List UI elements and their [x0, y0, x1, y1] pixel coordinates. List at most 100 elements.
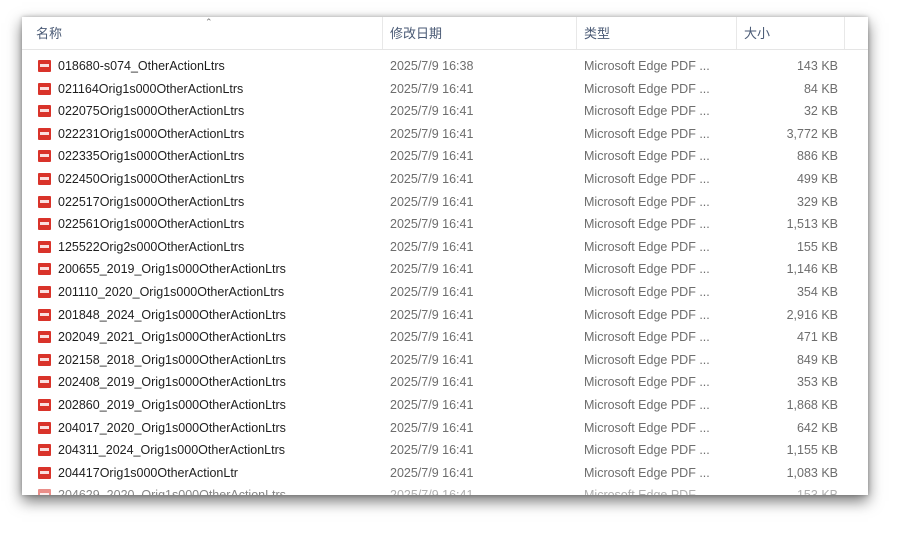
column-header-name[interactable]: 名称	[30, 17, 382, 49]
file-name: 021164Orig1s000OtherActionLtrs	[58, 81, 244, 96]
file-type: Microsoft Edge PDF ...	[584, 239, 710, 254]
file-type: Microsoft Edge PDF ...	[584, 375, 710, 390]
column-header-bar: ⌃ 名称 修改日期 类型 大小	[22, 17, 868, 50]
pdf-file-icon	[38, 218, 51, 231]
pdf-file-icon	[38, 240, 51, 253]
file-size: 1,155 KB	[786, 443, 838, 458]
column-divider[interactable]	[382, 17, 383, 49]
file-modified-date: 2025/7/9 16:41	[390, 149, 474, 164]
file-name: 201110_2020_Orig1s000OtherActionLtrs	[58, 285, 285, 299]
file-row[interactable]: 204417Orig1s000OtherActionLtr 2025/7/9 16…	[22, 462, 868, 484]
file-size: 1,146 KB	[786, 262, 838, 277]
pdf-file-icon	[38, 308, 51, 321]
file-row[interactable]: 202049_2021_Orig1s000OtherActionLtrs 2025…	[22, 326, 868, 348]
file-type: Microsoft Edge PDF ...	[584, 285, 710, 299]
file-type: Microsoft Edge PDF ...	[584, 443, 710, 458]
file-modified-date: 2025/7/9 16:41	[390, 81, 474, 96]
file-size: 1,513 KB	[786, 217, 838, 232]
file-explorer-window: ⌃ 名称 修改日期 类型 大小 018680-s074_OtherActionL…	[22, 17, 868, 495]
file-row[interactable]: 018680-s074_OtherActionLtrs 2025/7/9 16:3…	[22, 55, 868, 77]
file-row[interactable]: 022517Orig1s000OtherActionLtrs 2025/7/9 1…	[22, 191, 868, 213]
column-header-type[interactable]: 类型	[578, 17, 736, 49]
file-size: 849 KB	[796, 352, 838, 367]
column-header-date[interactable]: 修改日期	[384, 17, 576, 49]
file-modified-date: 2025/7/9 16:38	[390, 59, 474, 73]
file-name: 202860_2019_Orig1s000OtherActionLtrs	[58, 398, 286, 412]
file-type: Microsoft Edge PDF ...	[584, 81, 710, 96]
file-modified-date: 2025/7/9 16:41	[390, 375, 474, 390]
file-row[interactable]: 204017_2020_Orig1s000OtherActionLtrs 2025…	[22, 417, 868, 439]
file-type: Microsoft Edge PDF ...	[584, 149, 710, 164]
file-row[interactable]: 201110_2020_Orig1s000OtherActionLtrs 2025…	[22, 281, 868, 303]
file-name: 204311_2024_Orig1s000OtherActionLtrs	[58, 443, 286, 458]
file-row[interactable]: 202408_2019_Orig1s000OtherActionLtrs 2025…	[22, 371, 868, 393]
column-divider[interactable]	[576, 17, 577, 49]
pdf-file-icon	[38, 444, 51, 457]
file-row[interactable]: 202158_2018_Orig1s000OtherActionLtrs 2025…	[22, 349, 868, 371]
file-name: 201848_2024_Orig1s000OtherActionLtrs	[58, 307, 286, 322]
file-modified-date: 2025/7/9 16:41	[390, 217, 474, 232]
column-divider[interactable]	[844, 17, 845, 49]
pdf-file-icon	[38, 286, 51, 298]
pdf-file-icon	[38, 399, 51, 411]
file-type: Microsoft Edge PDF ...	[584, 104, 710, 119]
file-modified-date: 2025/7/9 16:41	[390, 307, 474, 322]
pdf-file-icon	[38, 82, 51, 95]
file-name: 204017_2020_Orig1s000OtherActionLtrs	[58, 420, 286, 435]
file-row[interactable]: 022231Orig1s000OtherActionLtrs 2025/7/9 1…	[22, 123, 868, 145]
file-row[interactable]: 125522Orig2s000OtherActionLtrs 2025/7/9 1…	[22, 236, 868, 258]
file-row[interactable]: 201848_2024_Orig1s000OtherActionLtrs 2025…	[22, 304, 868, 326]
file-row[interactable]: 204629_2020_Orig1s000OtherActionLtrs2025…	[22, 484, 868, 495]
file-name: 204629_2020_Orig1s000OtherActionLtrs	[58, 484, 388, 495]
file-type: Microsoft Edge PDF ...	[584, 307, 710, 322]
file-row[interactable]: 200655_2019_Orig1s000OtherActionLtrs 2025…	[22, 258, 868, 280]
file-name: 022517Orig1s000OtherActionLtrs	[58, 194, 245, 209]
pdf-file-icon	[38, 195, 51, 208]
file-type: Microsoft Edge PDF ...	[584, 172, 710, 186]
file-size: 354 KB	[796, 285, 838, 299]
file-row[interactable]: 022450Orig1s000OtherActionLtrs 2025/7/9 1…	[22, 168, 868, 190]
file-size: 471 KB	[796, 330, 838, 345]
file-modified-date: 2025/7/9 16:41	[390, 484, 580, 495]
file-name: 202158_2018_Orig1s000OtherActionLtrs	[58, 352, 286, 367]
file-type: Microsoft Edge PDF ...	[584, 59, 710, 73]
pdf-file-icon	[38, 353, 51, 366]
file-modified-date: 2025/7/9 16:41	[390, 262, 474, 277]
file-name: 125522Orig2s000OtherActionLtrs	[58, 239, 245, 254]
pdf-file-icon	[38, 173, 51, 185]
file-row[interactable]: 022075Orig1s000OtherActionLtrs 2025/7/9 1…	[22, 100, 868, 122]
file-modified-date: 2025/7/9 16:41	[390, 285, 474, 299]
file-type: Microsoft Edge PDF ...	[584, 194, 710, 209]
file-modified-date: 2025/7/9 16:41	[390, 330, 474, 345]
file-row[interactable]: 202860_2019_Orig1s000OtherActionLtrs 2025…	[22, 394, 868, 416]
file-name: 022335Orig1s000OtherActionLtrs	[58, 149, 245, 164]
file-type: Microsoft Edge PDF ...	[584, 126, 710, 141]
file-type: Microsoft Edge PDF ...	[584, 420, 710, 435]
file-size: 143 KB	[796, 59, 838, 73]
file-modified-date: 2025/7/9 16:41	[390, 352, 474, 367]
file-modified-date: 2025/7/9 16:41	[390, 420, 474, 435]
file-row[interactable]: 021164Orig1s000OtherActionLtrs 2025/7/9 1…	[22, 78, 868, 100]
file-size: 153 KB	[740, 484, 838, 495]
file-modified-date: 2025/7/9 16:41	[390, 398, 474, 412]
pdf-file-icon	[38, 376, 51, 389]
file-size: 1,083 KB	[786, 465, 838, 480]
file-row[interactable]: 204311_2024_Orig1s000OtherActionLtrs 2025…	[22, 439, 868, 461]
file-type: Microsoft Edge PDF ...	[584, 398, 710, 412]
file-name: 018680-s074_OtherActionLtrs	[58, 59, 225, 73]
file-size: 2,916 KB	[786, 307, 838, 322]
file-size: 886 KB	[796, 149, 838, 164]
file-name: 202049_2021_Orig1s000OtherActionLtrs	[58, 330, 286, 345]
pdf-file-icon	[38, 127, 51, 140]
column-header-size[interactable]: 大小	[738, 17, 844, 49]
file-size: 499 KB	[796, 172, 838, 186]
column-divider[interactable]	[736, 17, 737, 49]
file-name: 200655_2019_Orig1s000OtherActionLtrs	[58, 262, 286, 277]
file-type: Microsoft Edge PDF ...	[584, 484, 734, 495]
file-name: 022450Orig1s000OtherActionLtrs	[58, 172, 245, 186]
file-row[interactable]: 022335Orig1s000OtherActionLtrs 2025/7/9 1…	[22, 145, 868, 167]
pdf-file-icon	[38, 105, 51, 118]
file-name: 204417Orig1s000OtherActionLtr	[58, 465, 238, 480]
file-row[interactable]: 022561Orig1s000OtherActionLtrs 2025/7/9 1…	[22, 213, 868, 235]
file-size: 155 KB	[796, 239, 838, 254]
